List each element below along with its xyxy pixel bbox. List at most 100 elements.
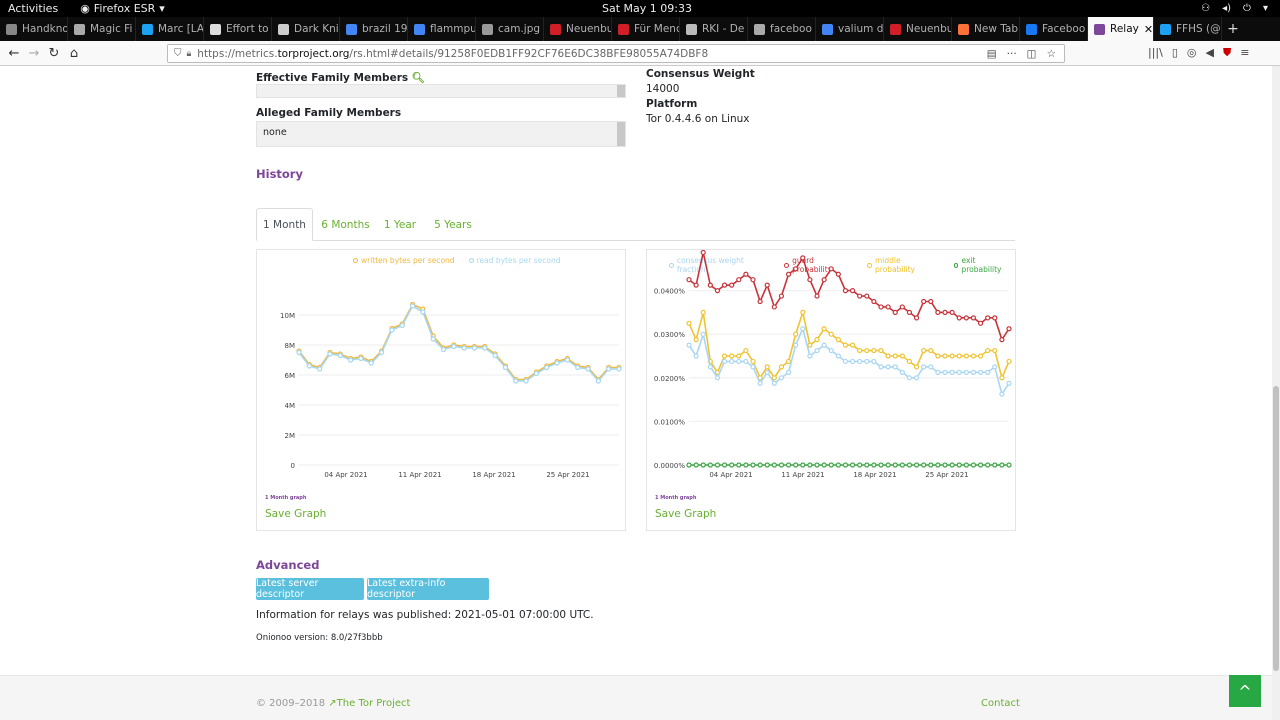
tab-6-months[interactable]: 6 Months (318, 208, 373, 241)
browser-tab[interactable]: FFHS (@ (1154, 17, 1222, 41)
data-point (778, 364, 785, 370)
data-point (842, 342, 849, 348)
copyright: © 2009–2018 ↗The Tor Project (256, 698, 411, 709)
browser-tab[interactable]: Neuenbu (884, 17, 952, 41)
back-arrow-icon[interactable]: ← (4, 46, 24, 61)
y-tick-label: 8M (285, 342, 296, 350)
contact-link[interactable]: Contact (981, 698, 1020, 709)
account-icon[interactable]: ◎ (1187, 46, 1197, 60)
browser-tab[interactable]: Relay ✕ (1088, 17, 1154, 41)
lock-icon[interactable]: 🔒︎ (187, 49, 192, 59)
data-point (296, 349, 302, 356)
tab-1-year[interactable]: 1 Year (380, 208, 420, 241)
data-point (857, 462, 863, 468)
data-point (999, 391, 1005, 397)
data-point (814, 347, 820, 354)
tab-5-years[interactable]: 5 Years (428, 208, 478, 241)
url-bar[interactable]: ⛉ 🔒︎ https://metrics.torproject.org/rs.h… (167, 44, 1065, 63)
close-icon[interactable]: ✕ (1144, 23, 1153, 36)
reload-icon[interactable]: ↻ (44, 46, 64, 61)
search-icon[interactable]: 🔍︎ (412, 72, 425, 84)
data-point (750, 358, 756, 365)
scrollbar[interactable] (617, 122, 625, 146)
home-icon[interactable]: ⌂ (64, 46, 84, 61)
library-icon[interactable]: |||\ (1148, 46, 1163, 60)
tor-project-link[interactable]: The Tor Project (337, 698, 411, 709)
extension-icon[interactable]: ◀ (1206, 46, 1214, 60)
url-text[interactable]: https://metrics.torproject.org/rs.html#d… (197, 48, 708, 60)
browser-tab[interactable]: flammpu (408, 17, 476, 41)
power-icon: ⏻ (1243, 3, 1251, 14)
published-info: Information for relays was published: 20… (256, 609, 594, 621)
data-point (337, 352, 343, 359)
favicon-icon (142, 23, 153, 35)
browser-tab[interactable]: Handkno (0, 17, 68, 41)
scrollbar-thumb[interactable] (1273, 386, 1279, 671)
data-point (1006, 358, 1012, 365)
favicon-icon (1094, 23, 1105, 35)
bookmark-star-icon[interactable]: ☆ (1047, 48, 1056, 60)
ublock-icon[interactable]: ⛊ (1223, 46, 1231, 60)
scrollbar[interactable] (617, 85, 625, 97)
browser-tab[interactable]: Dark Kni (272, 17, 340, 41)
browser-tab[interactable]: brazil 19 (340, 17, 408, 41)
sidebar-icon[interactable]: ▯ (1172, 46, 1178, 60)
activities-button[interactable]: Activities (8, 2, 58, 15)
browser-tab[interactable]: Faceboo (1020, 17, 1088, 41)
browser-tab[interactable]: valium d (816, 17, 884, 41)
graph-label: 1 Month graph (655, 495, 697, 501)
back-to-top-button[interactable]: ^ (1229, 675, 1261, 707)
save-graph-button[interactable]: Save Graph (265, 508, 326, 520)
browser-tab[interactable]: Neuenbu (544, 17, 612, 41)
extra-info-descriptor-button[interactable]: Latest extra-info descriptor (367, 578, 489, 600)
favicon-icon (414, 23, 425, 35)
data-point (942, 462, 948, 468)
data-point (750, 364, 756, 370)
data-point (523, 378, 529, 384)
more-actions-icon[interactable]: ··· (1007, 48, 1017, 60)
gnome-top-bar: Activities ◉ Firefox ESR ▾ Sat May 1 09:33… (0, 0, 1280, 17)
data-point (935, 309, 941, 316)
forward-arrow-icon[interactable]: → (24, 46, 44, 61)
data-point (928, 347, 934, 354)
alleged-family-box: none (256, 121, 626, 147)
reader-view-icon[interactable]: ▤ (987, 48, 997, 60)
clock[interactable]: Sat May 1 09:33 (602, 2, 692, 15)
data-point (743, 358, 749, 365)
browser-tab[interactable]: RKI - De (680, 17, 748, 41)
bandwidth-graph-panel: written bytes per second read bytes per … (256, 249, 626, 531)
shield-icon[interactable]: ⛉ (174, 48, 182, 59)
series-line (688, 309, 1010, 381)
consensus-weight-label: Consensus Weight (646, 68, 755, 80)
data-point (729, 462, 735, 468)
favicon-icon (1160, 23, 1171, 35)
pocket-icon[interactable]: ◫ (1027, 48, 1037, 60)
app-menu[interactable]: ◉ Firefox ESR ▾ (80, 2, 165, 15)
data-point (864, 293, 870, 299)
data-point (700, 250, 706, 256)
tab-1-month[interactable]: 1 Month (256, 208, 313, 241)
data-point (956, 369, 962, 375)
browser-tab[interactable]: faceboo (748, 17, 816, 41)
browser-tab[interactable]: Für Menc (612, 17, 680, 41)
menu-icon[interactable]: ≡ (1240, 46, 1249, 60)
browser-tab[interactable]: cam.jpg (JPE (476, 17, 544, 41)
browser-tab[interactable]: Marc [LA (136, 17, 204, 41)
data-point (977, 369, 984, 375)
data-point (440, 346, 447, 353)
data-point (935, 462, 941, 468)
data-point (721, 282, 728, 288)
data-point (358, 355, 364, 362)
browser-tab[interactable]: New Tab (952, 17, 1020, 41)
browser-tab[interactable]: Magic Fi (68, 17, 136, 41)
browser-tab[interactable]: Effort to (204, 17, 272, 41)
data-point (686, 342, 692, 348)
server-descriptor-button[interactable]: Latest server descriptor (256, 578, 364, 600)
new-tab-button[interactable]: + (1222, 17, 1244, 41)
page-scrollbar[interactable] (1272, 66, 1280, 720)
system-tray[interactable]: ⚇ ◂) ⏻ ▾ (1201, 3, 1268, 14)
x-tick-label: 18 Apr 2021 (853, 471, 896, 479)
save-graph-button[interactable]: Save Graph (655, 508, 716, 520)
data-point (502, 364, 509, 371)
data-point (785, 271, 792, 277)
